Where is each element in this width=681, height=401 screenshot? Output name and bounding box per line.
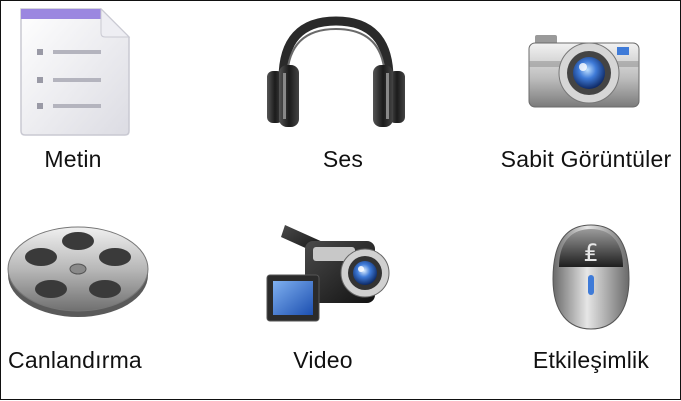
media-item-video[interactable]: Video xyxy=(231,201,451,401)
mouse-icon: ₤ xyxy=(549,221,633,333)
svg-text:₤: ₤ xyxy=(583,239,598,267)
media-item-label: Ses xyxy=(322,146,364,172)
media-item-interactivity[interactable]: ₤ Etkileşimlik xyxy=(461,201,681,401)
document-text-icon xyxy=(17,5,133,137)
media-item-label: Canlandırma xyxy=(8,347,142,373)
video-camera-icon xyxy=(265,217,399,327)
media-item-label: Etkileşimlik xyxy=(532,347,650,373)
media-item-audio[interactable]: Ses xyxy=(231,1,451,201)
media-item-label: Metin xyxy=(44,146,102,172)
film-reel-icon xyxy=(5,223,151,319)
media-types-panel: Metin Ses Sabit Görüntüler Canlandırma V… xyxy=(0,0,681,400)
camera-icon xyxy=(527,31,643,111)
media-item-label: Sabit Görüntüler xyxy=(500,146,672,172)
media-item-label: Video xyxy=(293,347,353,373)
media-item-animation[interactable]: Canlandırma xyxy=(1,201,221,401)
headphones-icon xyxy=(261,15,411,131)
media-item-still-images[interactable]: Sabit Görüntüler xyxy=(461,1,681,201)
media-item-text[interactable]: Metin xyxy=(1,1,221,201)
